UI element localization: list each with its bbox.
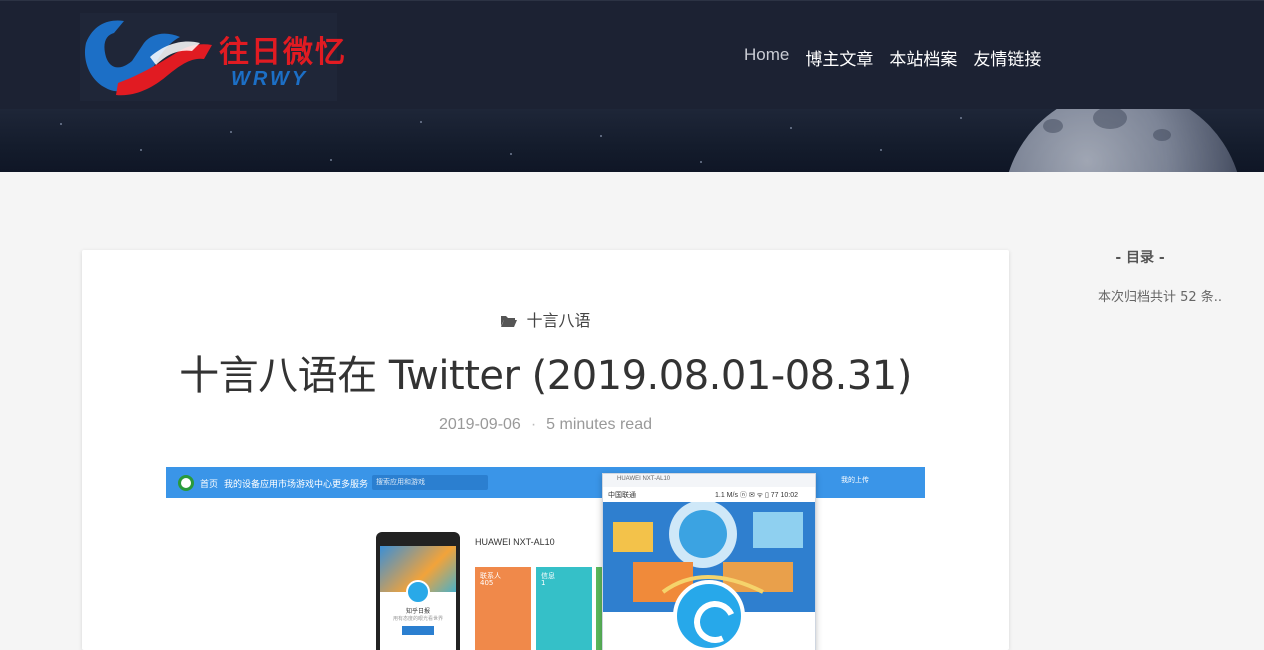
image-tile-messages: 信息 1 (536, 567, 592, 650)
archive-count-text: 本次归档共计 52 条.. (1097, 290, 1223, 305)
image-phone-mockup: 知乎日报 用有态度的眼光看世界 (376, 532, 460, 650)
tile-count: 1 (541, 579, 546, 587)
image-device-title: HUAWEI NXT-AL10 (475, 537, 555, 547)
image-upload-label: 我的上传 (841, 476, 869, 484)
image-device-window: HUAWEI NXT-AL10 中国联通 1.1 M/s ⓝ ✉ ᯤ ▯ 77 … (602, 473, 816, 650)
logo-english-text: WRWY (231, 68, 309, 90)
image-window-title: HUAWEI NXT-AL10 (617, 476, 671, 482)
image-app-logo-circle (673, 580, 745, 650)
image-nav-item: 应用市场 (260, 480, 297, 490)
category-link[interactable]: 十言八语 (526, 311, 590, 330)
post-card: 十言八语 十言八语在 Twitter (2019.08.01-08.31) 20… (82, 250, 1009, 650)
nav-links[interactable]: 友情链接 (973, 45, 1041, 70)
main-nav: Home 博主文章 本站档案 友情链接 (744, 45, 1057, 70)
image-nav-item: 我的设备 (224, 480, 261, 490)
site-header: 往日微忆 WRWY Home 博主文章 本站档案 友情链接 (0, 0, 1264, 172)
image-phone-title: 知乎日报 (405, 608, 430, 615)
image-nav-item: 首页 (200, 480, 219, 490)
site-logo[interactable]: 往日微忆 WRWY (80, 13, 345, 101)
toc-title: - 目录 - (1115, 250, 1165, 266)
nav-articles[interactable]: 博主文章 (805, 45, 873, 70)
header-banner (0, 89, 1264, 172)
image-nav-item: 游戏中心 (296, 480, 333, 490)
post-read-time: 5 minutes read (546, 416, 652, 433)
image-window-status: 1.1 M/s ⓝ ✉ ᯤ ▯ 77 10:02 (715, 492, 799, 499)
image-window-carrier: 中国联通 (608, 491, 636, 499)
post-category: 十言八语 (82, 307, 1009, 331)
post-cover-image[interactable]: 首页 我的设备 应用市场 游戏中心 更多服务 搜索应用和游戏 我的上传 知乎日报… (166, 467, 925, 650)
post-date: 2019-09-06 (438, 416, 521, 433)
logo-chinese-text: 往日微忆 (219, 35, 347, 70)
meta-separator: · (530, 416, 537, 433)
post-meta: 2019-09-06 · 5 minutes read (82, 416, 1009, 434)
tile-count: 405 (480, 579, 494, 587)
image-search-box: 搜索应用和游戏 (372, 475, 488, 490)
logo-mark-icon (84, 20, 212, 96)
image-app-logo-icon (178, 475, 194, 491)
folder-open-icon (501, 316, 518, 327)
post-title[interactable]: 十言八语在 Twitter (2019.08.01-08.31) (82, 343, 1009, 401)
nav-home[interactable]: Home (744, 45, 789, 69)
navbar: 往日微忆 WRWY Home 博主文章 本站档案 友情链接 (0, 0, 1264, 109)
image-phone-subtitle: 用有态度的眼光看世界 (392, 616, 443, 622)
image-nav-item: 更多服务 (332, 480, 369, 490)
image-search-placeholder: 搜索应用和游戏 (376, 478, 425, 486)
nav-archive[interactable]: 本站档案 (889, 45, 957, 70)
image-tile-contacts: 联系人 405 (475, 567, 531, 650)
